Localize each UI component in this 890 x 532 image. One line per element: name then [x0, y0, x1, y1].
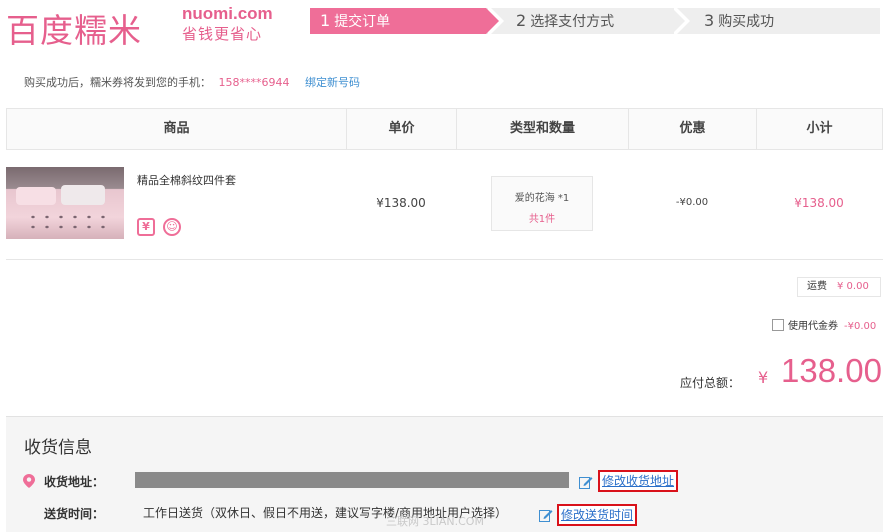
location-pin-icon [23, 474, 35, 488]
step-label: 购买成功 [718, 14, 775, 30]
edit-delivery-time-link[interactable]: 修改送货时间 [557, 504, 638, 526]
freight-box: 运费 ¥ 0.00 [797, 277, 881, 297]
voucher-label: 使用代金券 [788, 321, 838, 332]
shipping-info-panel: 收货信息 收货地址： 修改收货地址 送货时间： 工作日送货（双休日、假日不用送，… [6, 416, 883, 532]
smile-badge-icon: ☺ [163, 218, 181, 236]
product-thumbnail[interactable] [6, 167, 124, 239]
type-text: 爱的花海 *1 [514, 193, 570, 204]
total-label: 应付总额： [680, 376, 741, 390]
step-purchase-success: 3 购买成功 [672, 8, 880, 34]
voucher-option: 使用代金券 -¥0.00 [772, 317, 876, 332]
step-number: 1 [320, 11, 331, 30]
notice-text: 购买成功后，糯米券将发到您的手机： [24, 76, 211, 89]
step-number: 2 [516, 11, 527, 30]
discount-value: -¥0.00 [675, 197, 709, 208]
unit-price: ¥138.00 [376, 196, 426, 210]
step-arrow [672, 8, 685, 34]
col-subtotal: 小计 [806, 121, 833, 136]
col-type-qty: 类型和数量 [457, 109, 629, 149]
total-currency: ¥ [758, 368, 769, 387]
checkout-progress: 1 提交订单 2 选择支付方式 3 购买成功 [310, 5, 880, 37]
bind-new-number-link[interactable]: 绑定新号码 [305, 76, 360, 89]
freight-value: ¥ 0.00 [837, 281, 869, 292]
address-label: 收货地址： [44, 475, 105, 489]
col-unit-price: 单价 [347, 109, 457, 149]
product-name[interactable]: 精品全棉斜纹四件套 [137, 172, 236, 188]
step-label: 提交订单 [334, 14, 391, 30]
voucher-checkbox[interactable] [772, 319, 784, 331]
freight-label: 运费 [807, 281, 827, 292]
delivery-time-label: 送货时间： [44, 507, 105, 521]
subtotal-value: ¥138.00 [794, 196, 844, 210]
watermark: 三联网 3LIAN.COM [386, 515, 484, 528]
yuan-badge-icon: ¥ [137, 218, 155, 236]
logo-slogan: 省钱更省心 [182, 25, 263, 43]
nuomi-logo[interactable]: 百度糯米 nuomi.com 省钱更省心 [6, 2, 276, 50]
edit-icon[interactable] [579, 475, 593, 489]
voucher-value: -¥0.00 [844, 321, 877, 332]
total-amount: 138.00 [781, 352, 882, 389]
logo-en-text: nuomi.com [182, 4, 273, 23]
shipping-title: 收货信息 [24, 438, 92, 458]
order-table-header: 商品 单价 类型和数量 优惠 小计 [6, 108, 883, 150]
address-value-redacted [135, 472, 569, 488]
edit-icon[interactable] [539, 508, 553, 522]
qty-text: 共1件 [528, 214, 556, 225]
type-qty-box: 爱的花海 *1 共1件 [491, 176, 593, 231]
step-label: 选择支付方式 [530, 14, 615, 30]
edit-address-link[interactable]: 修改收货地址 [598, 470, 679, 492]
step-number: 3 [704, 11, 715, 30]
col-discount: 优惠 [629, 109, 757, 149]
col-product: 商品 [7, 109, 347, 149]
table-row: 精品全棉斜纹四件套 ¥ ☺ ¥138.00 爱的花海 *1 共1件 -¥0.00… [6, 150, 883, 260]
sms-notice: 购买成功后，糯米券将发到您的手机： 158****6944 绑定新号码 [24, 74, 360, 90]
step-choose-payment: 2 选择支付方式 [486, 8, 672, 34]
logo-cn-text: 百度糯米 [6, 11, 142, 50]
step-submit-order: 1 提交订单 [310, 8, 486, 34]
phone-number: 158****6944 [218, 76, 290, 89]
step-arrow [486, 8, 499, 34]
